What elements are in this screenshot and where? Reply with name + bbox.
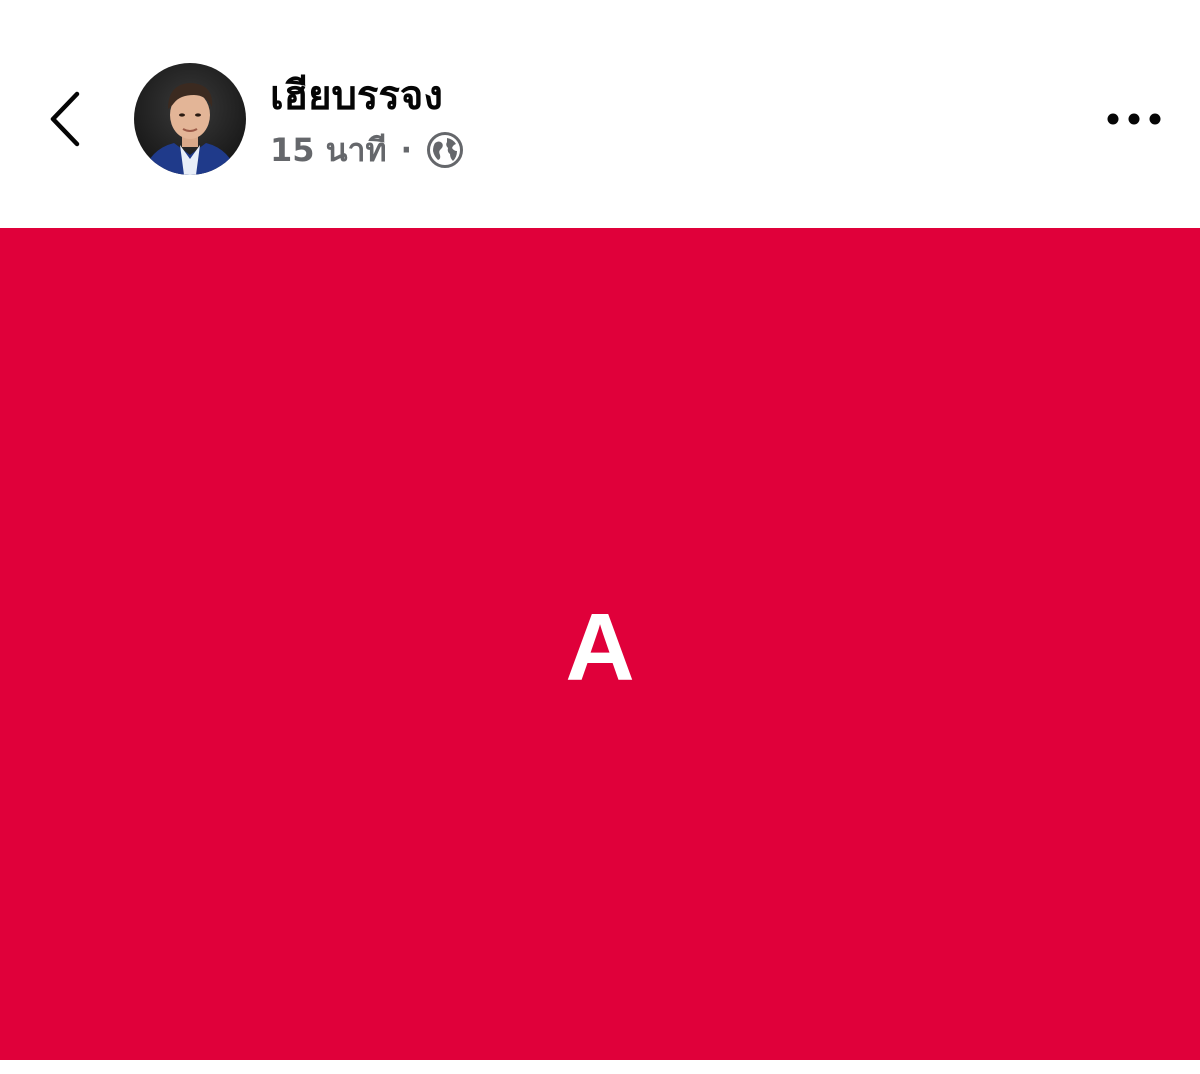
post-image[interactable]: A [0, 228, 1200, 1060]
avatar[interactable] [134, 63, 246, 175]
post-image-text: A [565, 594, 635, 701]
more-options-button[interactable] [1094, 94, 1174, 144]
author-name[interactable]: เฮียบรรจง [270, 68, 443, 124]
meta-separator: · [400, 132, 413, 168]
post-meta: 15 นาที · [270, 128, 464, 172]
chevron-left-icon [50, 91, 80, 147]
post-header: เฮียบรรจง 15 นาที · [0, 0, 1200, 228]
post-timestamp[interactable]: 15 นาที [270, 125, 387, 176]
back-button[interactable] [30, 78, 100, 160]
globe-icon [427, 132, 464, 168]
divider [0, 1060, 1200, 1074]
more-horizontal-icon [1107, 113, 1161, 125]
profile-photo [134, 63, 246, 175]
post-view: เฮียบรรจง 15 นาที · A [0, 0, 1200, 1074]
